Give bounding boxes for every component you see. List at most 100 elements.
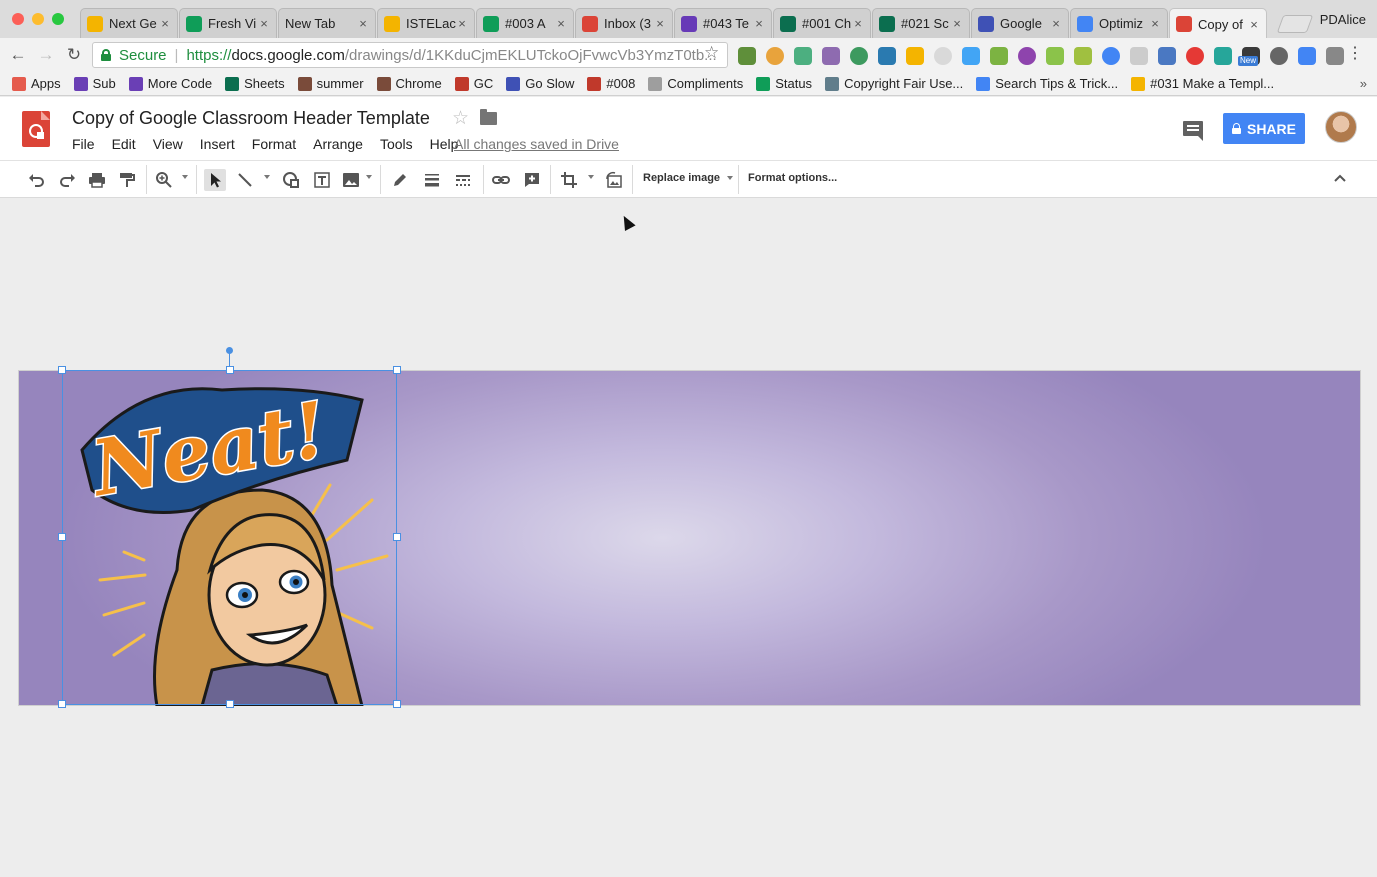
resize-handle-bottom-left[interactable] bbox=[58, 700, 66, 708]
select-arrow-icon[interactable] bbox=[204, 169, 226, 191]
undo-icon[interactable] bbox=[26, 169, 48, 191]
window-close-button[interactable] bbox=[12, 13, 24, 25]
browser-tab[interactable]: Next Ge × bbox=[80, 8, 178, 38]
close-icon[interactable]: × bbox=[159, 16, 171, 31]
menu-edit[interactable]: Edit bbox=[112, 136, 136, 152]
collapse-icon[interactable] bbox=[1333, 170, 1347, 186]
image-dropdown-caret[interactable] bbox=[366, 175, 372, 179]
extension-icon[interactable] bbox=[766, 47, 784, 65]
bookmark-item[interactable]: Compliments bbox=[648, 76, 743, 91]
forward-button[interactable]: → bbox=[36, 45, 56, 65]
close-icon[interactable]: × bbox=[456, 16, 468, 31]
extension-icon[interactable] bbox=[1130, 47, 1148, 65]
extension-icon[interactable] bbox=[934, 47, 952, 65]
close-icon[interactable]: × bbox=[852, 16, 864, 31]
bookmark-item[interactable]: #008 bbox=[587, 76, 635, 91]
extension-icon[interactable] bbox=[850, 47, 868, 65]
document-title[interactable]: Copy of Google Classroom Header Template bbox=[72, 108, 430, 129]
replace-image-button[interactable]: Replace image bbox=[643, 172, 734, 184]
save-status[interactable]: All changes saved in Drive bbox=[454, 136, 619, 152]
crop-dropdown-caret[interactable] bbox=[588, 175, 594, 179]
line-icon[interactable] bbox=[234, 169, 256, 191]
bookmark-item[interactable]: More Code bbox=[128, 76, 212, 91]
browser-tab[interactable]: Fresh Vi × bbox=[179, 8, 277, 38]
close-icon[interactable]: × bbox=[555, 16, 567, 31]
address-bar[interactable]: Secure | https:// docs.google.com /drawi… bbox=[92, 42, 728, 68]
resize-handle-left[interactable] bbox=[58, 533, 66, 541]
extension-icon[interactable] bbox=[1102, 47, 1120, 65]
menu-format[interactable]: Format bbox=[252, 136, 296, 152]
close-icon[interactable]: × bbox=[1149, 16, 1161, 31]
star-icon[interactable]: ☆ bbox=[452, 107, 469, 130]
bookmark-item[interactable]: Search Tips & Trick... bbox=[976, 76, 1118, 91]
resize-handle-top-right[interactable] bbox=[393, 366, 401, 374]
menu-insert[interactable]: Insert bbox=[200, 136, 235, 152]
zoom-dropdown-caret[interactable] bbox=[182, 175, 188, 179]
menu-tools[interactable]: Tools bbox=[380, 136, 413, 152]
comment-add-icon[interactable] bbox=[521, 169, 543, 191]
extension-icon[interactable] bbox=[962, 47, 980, 65]
extension-icon[interactable] bbox=[1158, 47, 1176, 65]
browser-tab[interactable]: Google × bbox=[971, 8, 1069, 38]
line-dash-icon[interactable] bbox=[452, 169, 474, 191]
extension-icon[interactable] bbox=[822, 47, 840, 65]
close-icon[interactable]: × bbox=[753, 16, 765, 31]
extension-icon[interactable] bbox=[990, 47, 1008, 65]
browser-tab[interactable]: New Tab × bbox=[278, 8, 376, 38]
format-options-button[interactable]: Format options... bbox=[748, 172, 837, 184]
browser-menu-icon[interactable]: ⋮ bbox=[1347, 46, 1363, 62]
bookmark-item[interactable]: Go Slow bbox=[506, 76, 574, 91]
crop-icon[interactable] bbox=[558, 169, 580, 191]
resize-handle-top[interactable] bbox=[226, 366, 234, 374]
extension-icon[interactable] bbox=[1046, 47, 1064, 65]
browser-tab[interactable]: Optimiz × bbox=[1070, 8, 1168, 38]
zoom-icon[interactable] bbox=[153, 169, 175, 191]
close-icon[interactable]: × bbox=[951, 16, 963, 31]
menu-file[interactable]: File bbox=[72, 136, 95, 152]
resize-handle-bottom-right[interactable] bbox=[393, 700, 401, 708]
browser-tab[interactable]: #021 Sc × bbox=[872, 8, 970, 38]
extension-icon[interactable] bbox=[1018, 47, 1036, 65]
browser-tab[interactable]: Inbox (3 × bbox=[575, 8, 673, 38]
new-tab-button[interactable] bbox=[1276, 15, 1314, 33]
bookmark-star-icon[interactable]: ☆ bbox=[704, 43, 719, 63]
close-icon[interactable]: × bbox=[654, 16, 666, 31]
bookmark-item[interactable]: Sub bbox=[73, 76, 116, 91]
extension-icon[interactable] bbox=[1270, 47, 1288, 65]
line-weight-icon[interactable] bbox=[421, 169, 443, 191]
bookmarks-overflow-button[interactable]: » bbox=[1360, 76, 1367, 91]
bookmark-item[interactable]: Apps bbox=[12, 76, 61, 91]
rotate-handle[interactable] bbox=[226, 347, 233, 354]
browser-tab[interactable]: #001 Ch × bbox=[773, 8, 871, 38]
bookmark-item[interactable]: Copyright Fair Use... bbox=[825, 76, 963, 91]
close-icon[interactable]: × bbox=[1248, 17, 1260, 32]
menu-view[interactable]: View bbox=[153, 136, 183, 152]
bookmark-item[interactable]: #031 Make a Templ... bbox=[1131, 76, 1274, 91]
bookmark-item[interactable]: Chrome bbox=[376, 76, 442, 91]
bookmark-item[interactable]: GC bbox=[454, 76, 493, 91]
close-icon[interactable]: × bbox=[258, 16, 270, 31]
paint-format-icon[interactable] bbox=[116, 169, 138, 191]
reload-button[interactable]: ↻ bbox=[64, 45, 84, 65]
window-maximize-button[interactable] bbox=[52, 13, 64, 25]
menu-arrange[interactable]: Arrange bbox=[313, 136, 363, 152]
redo-icon[interactable] bbox=[56, 169, 78, 191]
share-button[interactable]: SHARE bbox=[1223, 113, 1305, 144]
close-icon[interactable]: × bbox=[1050, 16, 1062, 31]
back-button[interactable]: ← bbox=[8, 45, 28, 65]
resize-handle-top-left[interactable] bbox=[58, 366, 66, 374]
extension-icon[interactable] bbox=[878, 47, 896, 65]
folder-icon[interactable] bbox=[480, 109, 497, 125]
browser-tab[interactable]: ISTELac × bbox=[377, 8, 475, 38]
text-box-icon[interactable] bbox=[311, 169, 333, 191]
image-icon[interactable] bbox=[340, 169, 362, 191]
profile-name[interactable]: PDAlice bbox=[1320, 12, 1366, 27]
extension-icon[interactable] bbox=[1298, 47, 1316, 65]
shape-icon[interactable] bbox=[280, 169, 302, 191]
extension-icon[interactable] bbox=[1214, 47, 1232, 65]
browser-tab[interactable]: Copy of × bbox=[1169, 8, 1267, 39]
bookmark-item[interactable]: summer bbox=[297, 76, 364, 91]
extension-icon[interactable] bbox=[738, 47, 756, 65]
browser-tab[interactable]: #003 A × bbox=[476, 8, 574, 38]
resize-handle-right[interactable] bbox=[393, 533, 401, 541]
